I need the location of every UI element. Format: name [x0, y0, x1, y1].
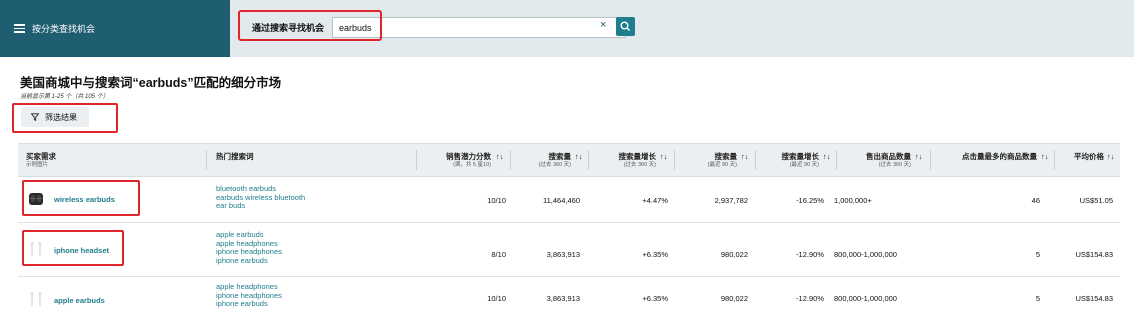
- sales-potential-score: 10/10: [487, 196, 506, 205]
- search-growth-90: -12.90%: [796, 250, 824, 259]
- column-divider: [416, 150, 417, 170]
- search-icon: [620, 21, 631, 32]
- average-price: US$154.83: [1075, 294, 1113, 303]
- search-term-link[interactable]: ear buds: [216, 201, 305, 211]
- column-divider: [206, 150, 207, 170]
- column-sales-potential[interactable]: 销售潜力分数 (满，共 5 星10): [423, 152, 491, 170]
- search-terms-cell: bluetooth earbuds earbuds wireless bluet…: [216, 184, 305, 211]
- search-growth-360: +6.35%: [642, 294, 668, 303]
- average-price: US$154.83: [1075, 250, 1113, 259]
- search-highlight-box: [238, 10, 382, 41]
- column-search-growth-90[interactable]: 搜索量增长 (最近 90 天): [761, 152, 820, 170]
- sort-icon[interactable]: ↑↓: [575, 152, 583, 161]
- sort-icon[interactable]: ↑↓: [1107, 152, 1115, 161]
- filter-highlight-box: [12, 103, 118, 133]
- row-highlight-box: [22, 180, 140, 216]
- units-sold: 800,000-1,000,000: [834, 294, 897, 303]
- table-row: wireless earbuds bluetooth earbuds earbu…: [18, 177, 1120, 223]
- most-clicked-count: 46: [1031, 196, 1040, 205]
- sort-icon[interactable]: ↑↓: [823, 152, 831, 161]
- hamburger-icon: [14, 22, 25, 35]
- page-title: 美国商城中与搜索词“earbuds”匹配的细分市场: [20, 76, 282, 90]
- niche-table: 买家需求 示例图片 热门搜索词 销售潜力分数 (满，共 5 星10) ↑↓ 搜索…: [18, 143, 1120, 323]
- column-search-volume-360[interactable]: 搜索量 (过去 360 天): [516, 152, 571, 170]
- search-volume-360: 3,863,913: [546, 294, 580, 303]
- result-count: 当前显示第 1-25 个（共 105 个）: [20, 94, 109, 100]
- category-menu-label: 按分类查找机会: [32, 24, 96, 34]
- search-growth-90: -12.90%: [796, 294, 824, 303]
- units-sold: 800,000-1,000,000: [834, 250, 897, 259]
- column-divider: [755, 150, 756, 170]
- category-menu-button[interactable]: 按分类查找机会: [0, 0, 230, 57]
- column-divider: [588, 150, 589, 170]
- search-volume-90: 2,937,782: [714, 196, 748, 205]
- buyer-demand-cell: apple earbuds: [26, 290, 105, 310]
- sort-icon[interactable]: ↑↓: [1041, 152, 1049, 161]
- row-highlight-box: [22, 230, 124, 266]
- earphones-thumbnail: [26, 290, 46, 310]
- column-buyer-demand[interactable]: 买家需求 示例图片: [26, 152, 56, 170]
- sort-icon[interactable]: ↑↓: [915, 152, 923, 161]
- table-row: iphone headset apple earbuds apple headp…: [18, 223, 1120, 277]
- search-terms-cell: apple earbuds apple headphones iphone he…: [216, 230, 282, 266]
- column-divider: [1054, 150, 1055, 170]
- column-most-clicked[interactable]: 点击量最多的商品数量: [936, 152, 1037, 161]
- search-term-link[interactable]: iphone earbuds: [216, 299, 282, 309]
- column-search-growth-360[interactable]: 搜索量增长 (过去 360 天): [594, 152, 657, 170]
- search-volume-360: 11,464,460: [543, 196, 580, 205]
- sales-potential-score: 8/10: [491, 250, 506, 259]
- most-clicked-count: 5: [1035, 250, 1040, 259]
- column-divider: [674, 150, 675, 170]
- buyer-demand-link[interactable]: apple earbuds: [54, 296, 105, 305]
- search-growth-360: +4.47%: [642, 196, 668, 205]
- column-average-price[interactable]: 平均价格: [1060, 152, 1104, 161]
- search-volume-90: 980,022: [720, 250, 748, 259]
- sales-potential-score: 10/10: [487, 294, 506, 303]
- most-clicked-count: 5: [1035, 294, 1040, 303]
- sort-icon[interactable]: ↑↓: [496, 152, 504, 161]
- column-units-sold[interactable]: 售出商品数量 (过去 360 天): [842, 152, 911, 170]
- column-divider: [930, 150, 931, 170]
- column-top-search-terms[interactable]: 热门搜索词: [216, 152, 254, 161]
- top-bar: 按分类查找机会 通过搜索寻找机会 ×: [0, 0, 1134, 57]
- search-growth-90: -16.25%: [796, 196, 824, 205]
- column-divider: [836, 150, 837, 170]
- search-button[interactable]: [616, 17, 635, 36]
- sort-icon[interactable]: ↑↓: [741, 152, 749, 161]
- search-volume-90: 980,022: [720, 294, 748, 303]
- table-header: 买家需求 示例图片 热门搜索词 销售潜力分数 (满，共 5 星10) ↑↓ 搜索…: [18, 144, 1120, 177]
- table-row: apple earbuds apple headphones iphone he…: [18, 277, 1120, 323]
- search-term-link[interactable]: iphone earbuds: [216, 256, 282, 266]
- search-growth-360: +6.35%: [642, 250, 668, 259]
- sort-icon[interactable]: ↑↓: [660, 152, 668, 161]
- search-terms-cell: apple headphones iphone headphones iphon…: [216, 282, 282, 309]
- average-price: US$51.05: [1079, 196, 1113, 205]
- units-sold: 1,000,000+: [834, 196, 872, 205]
- column-divider: [510, 150, 511, 170]
- search-volume-360: 3,863,913: [546, 250, 580, 259]
- column-search-volume-90[interactable]: 搜索量 (最近 90 天): [680, 152, 737, 170]
- clear-icon[interactable]: ×: [600, 19, 606, 31]
